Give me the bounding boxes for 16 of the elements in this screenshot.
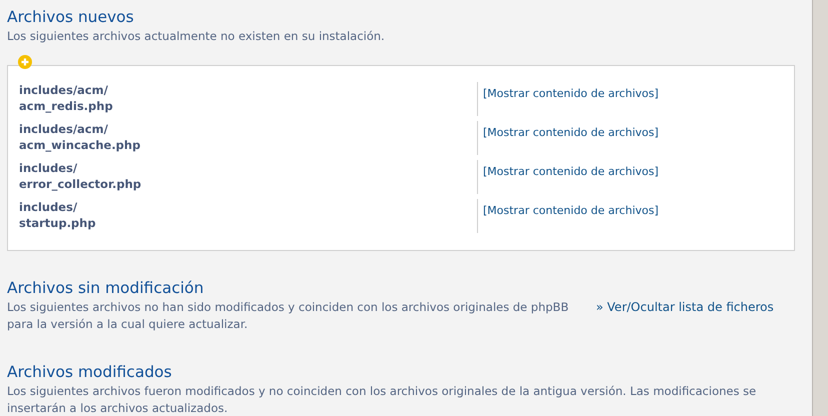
- section-description: Los siguientes archivos no han sido modificados y coinciden con los archivos originales de phpBB para la versión a la cual quiere actualizar.: [7, 299, 570, 333]
- toggle-list-link[interactable]: » Ver/Ocultar lista de ficheros: [596, 299, 774, 316]
- scrollbar[interactable]: [812, 0, 828, 416]
- show-contents-link[interactable]: [Mostrar contenido de archivos]: [483, 87, 659, 100]
- file-path: includes/acm/ acm_wincache.php: [18, 121, 142, 154]
- file-path: includes/ error_collector.php: [18, 160, 142, 193]
- section-heading: Archivos nuevos: [7, 7, 135, 28]
- show-contents-link[interactable]: [Mostrar contenido de archivos]: [483, 126, 659, 139]
- file-path: includes/acm/ acm_redis.php: [18, 82, 114, 115]
- section-heading: Archivos modificados: [7, 362, 173, 383]
- file-path: includes/ startup.php: [18, 199, 97, 232]
- show-contents-link[interactable]: [Mostrar contenido de archivos]: [483, 204, 659, 217]
- show-contents-link[interactable]: [Mostrar contenido de archivos]: [483, 165, 659, 178]
- section-heading: Archivos sin modificación: [7, 278, 205, 299]
- section-description: Los siguientes archivos actualmente no existen en su instalación.: [7, 28, 386, 45]
- section-description: Los siguientes archivos fueron modificados y no coinciden con los archivos originales de la antigua versión. Las modificaciones se insertarán a los archivos actualizados.: [7, 383, 758, 416]
